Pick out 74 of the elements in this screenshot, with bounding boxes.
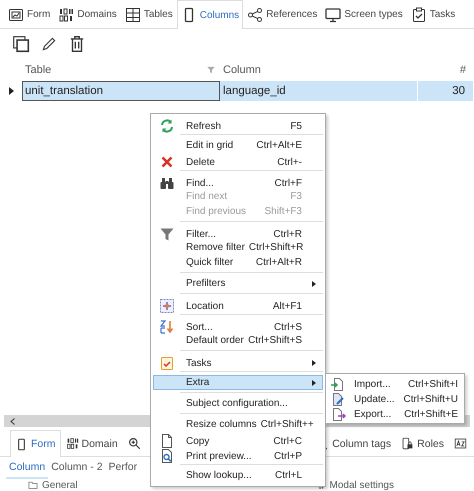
copy-button[interactable] (12, 35, 30, 53)
menu-item[interactable]: Sort... Ctrl+S (153, 318, 323, 333)
filter-icon (206, 64, 216, 74)
menu-item[interactable]: Prefilters (153, 276, 323, 291)
table-cell: language_id (220, 80, 418, 100)
row-pointer-icon (8, 86, 14, 94)
menu-item[interactable]: Show lookup... Ctrl+L (153, 468, 323, 483)
delete-icon (159, 154, 175, 170)
tab[interactable]: Tables (120, 0, 177, 28)
tab[interactable]: Perfor (106, 457, 140, 479)
menu-item[interactable]: Find... Ctrl+F (153, 174, 323, 189)
menu-item[interactable]: Default order Ctrl+Shift+S (153, 333, 323, 348)
import-icon (330, 376, 346, 392)
column-header[interactable]: Table (22, 64, 52, 76)
menu-item[interactable]: Copy Ctrl+C (153, 432, 323, 447)
tab[interactable]: References (243, 0, 322, 28)
trash-icon (68, 35, 86, 53)
menu-item[interactable]: Resize columns Ctrl+Shift++ (153, 417, 323, 432)
menu-item[interactable]: Tasks (153, 354, 323, 369)
menu-item[interactable]: Filter... Ctrl+R (153, 225, 323, 240)
filter-icon (159, 226, 175, 242)
update-icon (330, 391, 346, 407)
tab[interactable]: Screen types (321, 0, 407, 28)
page-icon (159, 433, 175, 449)
zoom-in-icon (128, 437, 141, 450)
section-title: Modal settings (330, 480, 394, 490)
table-icon (124, 6, 141, 22)
tab[interactable]: Column (6, 457, 48, 479)
tab[interactable]: Domain (60, 430, 123, 456)
menu-item[interactable]: Print preview... Ctrl+P (153, 447, 323, 462)
phone-icon (15, 438, 28, 450)
pencil-icon (40, 35, 58, 53)
print-preview-icon (159, 448, 175, 464)
tab[interactable]: Roles (396, 430, 449, 456)
scroll-left-icon[interactable] (10, 418, 15, 424)
tab[interactable]: Column - 2 (48, 457, 106, 479)
copy-icon (12, 35, 30, 53)
menu-item[interactable]: Location Alt+F1 (153, 297, 323, 312)
menu-item[interactable]: Update... Ctrl+Shift+U (326, 391, 464, 406)
binary-icon (66, 437, 78, 450)
menu-item[interactable]: Export... Ctrl+Shift+E (326, 406, 464, 421)
monitor-icon (325, 6, 342, 22)
menu-item[interactable]: Edit in grid Ctrl+Alt+E (153, 138, 323, 153)
refresh-icon (159, 118, 175, 134)
sort-icon (159, 319, 175, 335)
table-cell: unit_translation (22, 80, 220, 100)
binoculars-icon (159, 175, 175, 191)
share-icon (247, 6, 264, 22)
column-header[interactable]: Column (220, 64, 418, 76)
tab[interactable]: Form (10, 430, 60, 457)
menu-item[interactable]: Extra (153, 375, 323, 390)
menu-item[interactable]: Import... Ctrl+Shift+I (326, 376, 464, 391)
folder-icon (28, 480, 38, 490)
tab[interactable]: Form (4, 0, 54, 28)
tasks-icon (159, 355, 175, 371)
tab[interactable]: Columns (176, 0, 244, 29)
translate-icon (454, 437, 467, 450)
table-cell: 30 (418, 80, 474, 100)
lock-phone-icon (401, 437, 414, 450)
clipboard-check-icon (410, 6, 427, 22)
tab[interactable]: Tasks (406, 0, 460, 28)
delete-button[interactable] (68, 35, 86, 53)
location-icon (159, 298, 175, 314)
menu-item[interactable]: Quick filter Ctrl+Alt+R (153, 255, 323, 270)
tab[interactable]: Domains (54, 0, 121, 28)
binary-icon (58, 6, 74, 22)
form-icon (8, 6, 24, 22)
menu-item[interactable]: Delete Ctrl+- (153, 153, 323, 168)
menu-item[interactable]: Subject configuration... (153, 396, 323, 411)
column-header[interactable]: # (418, 64, 474, 76)
menu-item[interactable]: Remove filter Ctrl+Shift+R (153, 240, 323, 255)
section-title: General (42, 480, 78, 490)
menu-item[interactable]: Refresh F5 (153, 117, 323, 132)
edit-button[interactable] (40, 35, 58, 53)
